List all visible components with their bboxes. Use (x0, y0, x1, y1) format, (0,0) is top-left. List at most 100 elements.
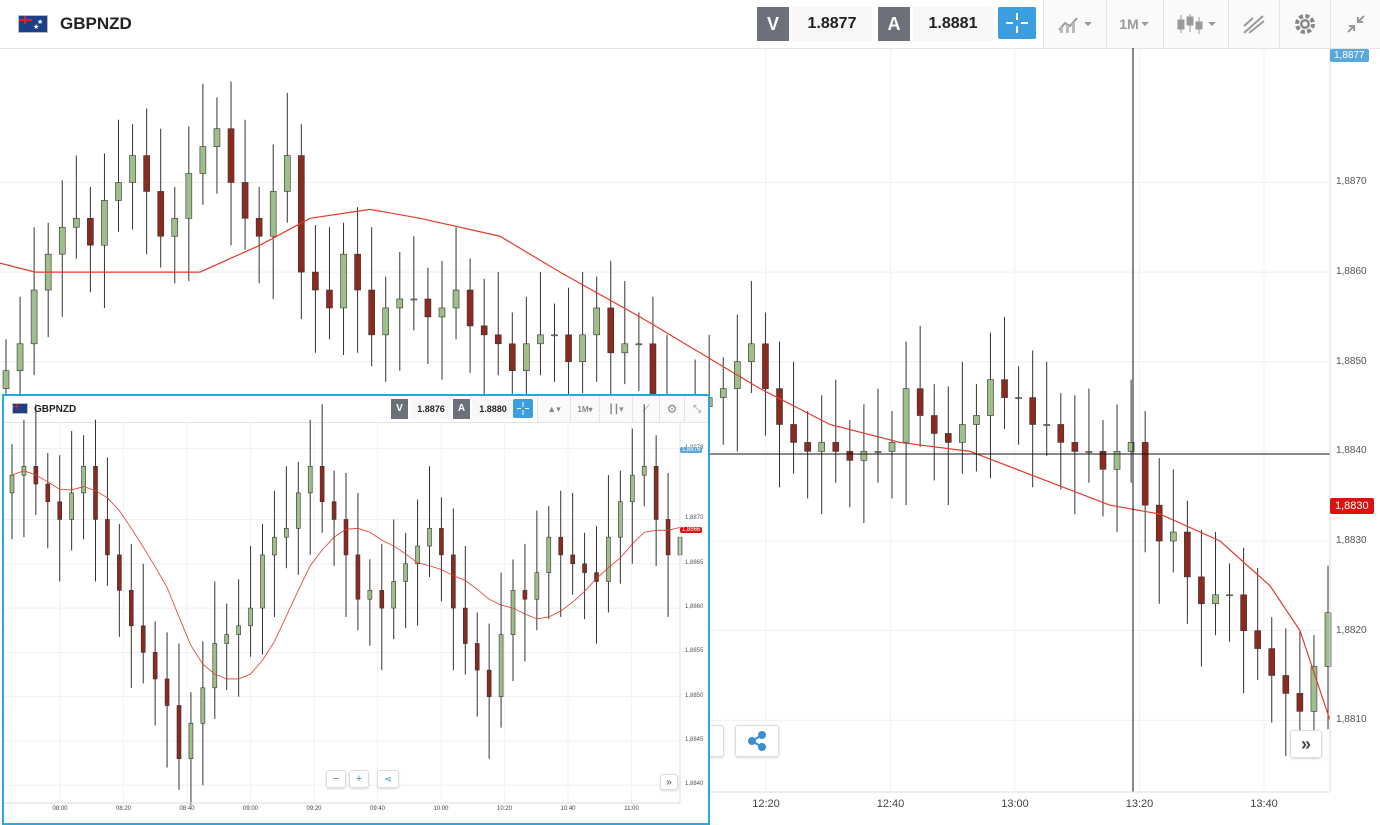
chart-type-button[interactable] (1163, 0, 1228, 48)
bullish-candle (212, 643, 218, 689)
bearish-candle (343, 519, 349, 556)
bullish-candle (16, 343, 24, 371)
bullish-candle (621, 343, 629, 354)
bearish-candle (832, 442, 840, 452)
price-tick-label: 1,8865 (685, 559, 704, 566)
bearish-candle (176, 705, 182, 759)
bearish-candle (57, 501, 63, 520)
bullish-candle (641, 466, 647, 476)
bullish-candle (410, 298, 418, 301)
bearish-candle (439, 528, 444, 556)
bullish-candle (719, 388, 727, 398)
share-icon (748, 731, 766, 751)
bearish-candle (105, 519, 110, 556)
bullish-candle (523, 343, 530, 371)
sell-button[interactable]: V (757, 7, 789, 41)
bearish-candle (152, 652, 158, 680)
minimize-button[interactable] (1330, 0, 1380, 48)
bearish-candle (1282, 675, 1290, 694)
bearish-candle (916, 388, 924, 416)
time-tick-label: 10:20 (496, 806, 513, 812)
bullish-candle (272, 536, 277, 556)
candlestick-icon (1177, 14, 1216, 34)
crosshair-button[interactable] (998, 7, 1036, 39)
symbol-title: GBPNZD (60, 14, 132, 33)
bullish-candle (427, 528, 432, 547)
bearish-candle (117, 554, 122, 591)
bullish-candle (498, 634, 504, 697)
bullish-candle (236, 625, 241, 635)
bullish-candle (551, 334, 558, 337)
bullish-candle (403, 563, 408, 582)
bullish-candle (438, 307, 446, 318)
inset-scroll-to-end-button[interactable]: » (660, 774, 678, 790)
price-tick-label: 1,8810 (1336, 714, 1367, 726)
bullish-candle (269, 191, 277, 237)
bearish-candle (1198, 576, 1205, 605)
bullish-candle (748, 343, 755, 363)
bearish-candle (790, 424, 797, 443)
time-tick-label: 12:40 (876, 798, 905, 810)
price-tick-label: 1,8820 (1336, 624, 1367, 636)
bullish-candle (1226, 594, 1233, 597)
gear-icon (1295, 14, 1315, 34)
bullish-candle (2, 370, 10, 389)
crosshair-icon (1006, 13, 1028, 33)
time-tick-label: 10:00 (433, 806, 449, 812)
bullish-candle (888, 442, 896, 452)
share-button[interactable] (735, 725, 779, 757)
bullish-candle (73, 218, 80, 228)
bearish-candle (164, 678, 170, 706)
time-tick-label: 08:00 (52, 806, 68, 812)
bearish-candle (143, 155, 150, 192)
timeframe-label: 1M (1119, 16, 1139, 32)
bearish-candle (653, 466, 659, 520)
double-chevron-right-icon: » (1300, 733, 1311, 754)
bearish-candle (1029, 397, 1036, 425)
timeframe-dropdown[interactable]: 1M (1106, 0, 1163, 48)
inset-share-icon: ⋖ (384, 773, 392, 784)
bearish-candle (930, 415, 938, 434)
time-tick-label: 12:20 (752, 798, 780, 810)
bullish-candle (1310, 666, 1318, 712)
scroll-to-end-button[interactable]: » (1290, 730, 1322, 758)
inset-share-button[interactable]: ⋖ (377, 770, 399, 788)
bearish-candle (494, 334, 502, 345)
bearish-candle (227, 128, 235, 183)
inset-double-chevron-icon: » (666, 776, 672, 788)
inset-ma-price-tag: 1,8866 (680, 527, 703, 533)
bullish-candle (391, 581, 397, 609)
bullish-candle (1169, 531, 1177, 542)
bullish-candle (69, 492, 74, 520)
indicators-button[interactable] (1043, 0, 1106, 48)
inset-chart-window[interactable]: GBPNZD V 1.8876 A 1.8880 ▲▾ 1M ▾ ┃┃▾ ⟋ ⚙ … (2, 394, 710, 825)
inset-zoom-in-button[interactable]: + (349, 770, 369, 788)
time-tick-label: 09:20 (306, 806, 322, 812)
price-tick-label: 1,8840 (685, 781, 704, 788)
sell-price: 1.8877 (792, 7, 872, 41)
bullish-candle (340, 253, 347, 309)
settings-button[interactable] (1279, 0, 1330, 48)
inset-current-price-tag: 1,8876 (680, 447, 703, 453)
drawing-tools-button[interactable] (1228, 0, 1279, 48)
bearish-candle (570, 554, 575, 565)
buy-button[interactable]: A (878, 7, 910, 41)
inset-candlestick-chart[interactable] (4, 396, 708, 823)
inset-zoom-out-button[interactable]: − (326, 770, 346, 788)
bullish-candle (510, 590, 516, 635)
bearish-candle (355, 554, 361, 600)
bearish-candle (354, 253, 361, 291)
time-tick-label: 09:00 (242, 806, 259, 812)
bearish-candle (326, 289, 333, 309)
bullish-candle (58, 226, 66, 255)
bearish-candle (1184, 531, 1191, 578)
bearish-candle (1254, 630, 1261, 649)
bearish-candle (776, 388, 783, 425)
bullish-candle (260, 554, 265, 609)
bearish-candle (319, 466, 325, 503)
bullish-candle (1324, 612, 1332, 667)
bullish-candle (101, 200, 108, 246)
bearish-candle (368, 289, 375, 336)
bearish-candle (665, 519, 671, 556)
bullish-candle (606, 536, 611, 582)
